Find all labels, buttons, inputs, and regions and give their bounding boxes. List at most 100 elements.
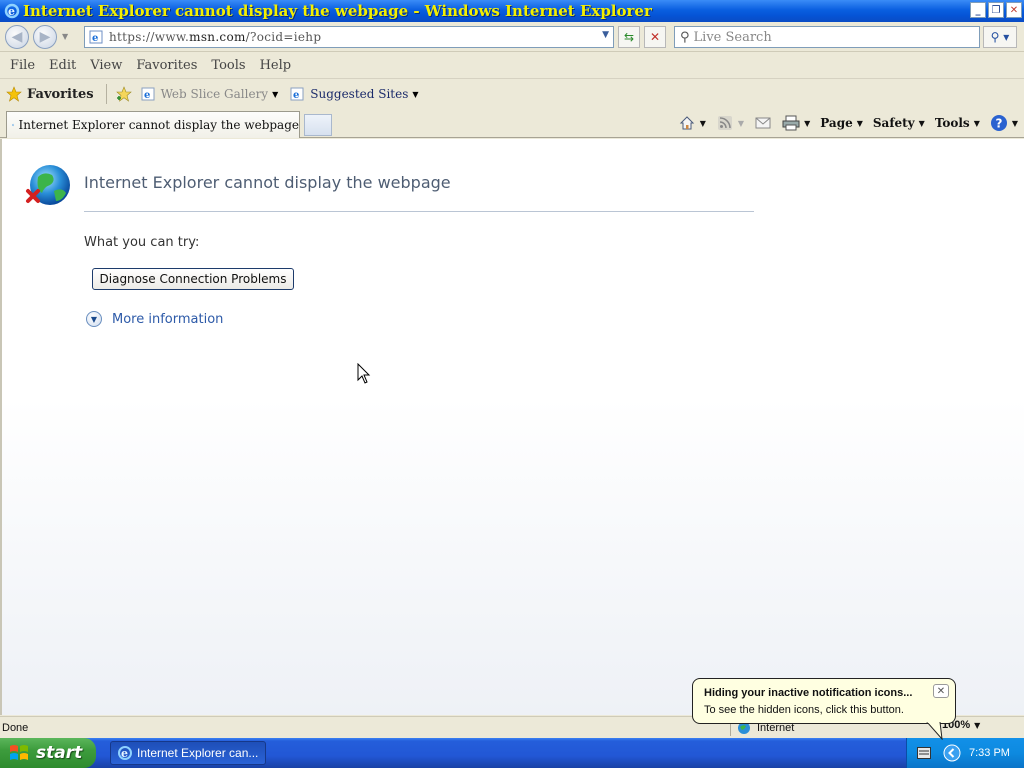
start-button[interactable]: start <box>0 738 96 768</box>
favorites-star-icon <box>6 86 22 102</box>
stop-icon: ✕ <box>649 30 661 44</box>
more-information-label: More information <box>112 311 224 327</box>
page-menu-button[interactable]: Page ▼ <box>820 116 863 130</box>
safety-menu-button[interactable]: Safety ▼ <box>873 116 925 130</box>
search-options-icon: ⚲ ▾ <box>990 30 1010 44</box>
search-go-button[interactable]: ⚲ ▾ <box>983 26 1017 48</box>
tools-menu-button[interactable]: Tools ▼ <box>935 116 980 130</box>
home-button[interactable]: ▼ <box>678 114 706 132</box>
tab-row: e Internet Explorer cannot display the w… <box>0 108 1024 138</box>
menu-view[interactable]: View <box>90 58 122 73</box>
favorites-label: Favorites <box>27 86 94 102</box>
favorites-bar: Favorites e Web Slice Gallery ▼ e Sugges… <box>0 80 1024 108</box>
address-url: https://www.msn.com/?ocid=iehp <box>109 30 322 44</box>
address-bar[interactable]: e https://www.msn.com/?ocid=iehp ▼ <box>84 26 614 48</box>
menu-bar: File Edit View Favorites Tools Help <box>0 53 1024 79</box>
close-window-button[interactable]: ✕ <box>1006 2 1022 18</box>
clock[interactable]: 7:33 PM <box>969 747 1010 759</box>
suggested-sites-icon: e <box>290 87 304 101</box>
taskbar-item-label: Internet Explorer can... <box>137 746 259 760</box>
diagnose-connection-button[interactable]: Diagnose Connection Problems <box>92 268 294 290</box>
tools-dropdown-icon: ▼ <box>973 118 980 128</box>
tools-menu-label: Tools <box>934 116 970 130</box>
what-you-can-try-label: What you can try: <box>84 235 200 250</box>
svg-text:e: e <box>92 33 98 44</box>
notification-balloon[interactable]: Hiding your inactive notification icons.… <box>692 678 956 724</box>
suggested-sites-link[interactable]: e Suggested Sites ▼ <box>290 87 419 101</box>
window-title: Internet Explorer cannot display the web… <box>23 2 652 20</box>
refresh-button[interactable]: ⇆ <box>618 26 640 48</box>
mail-icon <box>754 114 772 132</box>
tab-title: Internet Explorer cannot display the web… <box>18 118 299 132</box>
system-tray: 7:33 PM <box>906 738 1024 768</box>
help-button[interactable]: ? ▼ <box>990 114 1018 132</box>
svg-text:e: e <box>293 90 299 101</box>
menu-file[interactable]: File <box>10 58 35 73</box>
minimize-button[interactable]: _ <box>970 2 986 18</box>
taskbar-item-ie[interactable]: e Internet Explorer can... <box>110 741 266 765</box>
title-divider <box>84 211 754 212</box>
favorites-button[interactable]: Favorites <box>6 86 94 102</box>
ie-logo-icon: e <box>4 3 20 19</box>
search-placeholder: Live Search <box>693 29 772 45</box>
search-icon: ⚲ <box>680 29 690 45</box>
expand-chevron-icon: ▼ <box>86 311 102 327</box>
read-mail-button[interactable] <box>754 114 772 132</box>
back-button[interactable]: ◀ <box>5 25 29 49</box>
help-icon: ? <box>990 114 1008 132</box>
feeds-dropdown-icon: ▼ <box>737 118 745 128</box>
status-text: Done <box>2 721 29 734</box>
balloon-body: To see the hidden icons, click this butt… <box>704 704 904 716</box>
svg-text:e: e <box>144 90 150 101</box>
menu-edit[interactable]: Edit <box>49 58 76 73</box>
print-icon <box>782 114 800 132</box>
menu-help[interactable]: Help <box>260 58 292 73</box>
home-icon <box>678 114 696 132</box>
start-label: start <box>36 743 83 763</box>
web-slice-gallery-link[interactable]: e Web Slice Gallery ▼ <box>141 87 278 101</box>
tab-current[interactable]: e Internet Explorer cannot display the w… <box>6 111 300 138</box>
suggested-sites-label: Suggested Sites <box>310 87 409 101</box>
windows-logo-icon <box>10 745 28 760</box>
add-to-favorites-bar-button[interactable] <box>115 86 133 102</box>
restore-button[interactable]: ❐ <box>988 2 1004 18</box>
window-title-bar[interactable]: e Internet Explorer cannot display the w… <box>0 0 1024 22</box>
menu-favorites[interactable]: Favorites <box>136 58 197 73</box>
menu-tools[interactable]: Tools <box>211 58 245 73</box>
new-tab-button[interactable] <box>304 114 332 136</box>
back-arrow-icon: ◀ <box>11 29 23 45</box>
suggested-sites-dropdown-icon: ▼ <box>412 89 419 99</box>
refresh-icon: ⇆ <box>623 30 635 44</box>
balloon-close-button[interactable]: ✕ <box>933 684 949 698</box>
add-favorite-icon <box>115 86 132 102</box>
help-dropdown-icon: ▼ <box>1011 118 1018 128</box>
feeds-button[interactable]: ▼ <box>716 114 744 132</box>
show-hidden-icons-button[interactable] <box>943 744 961 762</box>
svg-text:e: e <box>13 125 14 127</box>
home-dropdown-icon: ▼ <box>699 118 706 128</box>
address-dropdown-icon[interactable]: ▼ <box>602 30 609 40</box>
keyboard-icon[interactable] <box>917 747 931 759</box>
stop-button[interactable]: ✕ <box>644 26 666 48</box>
taskbar: start e Internet Explorer can... 7:33 PM <box>0 738 1024 768</box>
balloon-tail <box>926 722 943 740</box>
page-content: Internet Explorer cannot display the web… <box>0 139 1024 715</box>
svg-text:e: e <box>121 747 128 760</box>
rss-feed-icon <box>716 114 734 132</box>
command-bar: ▼ ▼ ▼ Page ▼ Safety ▼ Tools ▼ ? ▼ <box>668 112 1018 134</box>
print-button[interactable]: ▼ <box>782 114 810 132</box>
page-ie-icon: e <box>89 30 103 44</box>
web-slice-icon: e <box>141 87 155 101</box>
balloon-title: Hiding your inactive notification icons.… <box>704 687 913 699</box>
print-dropdown-icon: ▼ <box>804 118 811 128</box>
zoom-dropdown-icon: ▼ <box>974 720 981 730</box>
recent-pages-chevron-icon[interactable]: ▼ <box>62 32 68 41</box>
forward-button[interactable]: ▶ <box>33 25 57 49</box>
page-dropdown-icon: ▼ <box>856 118 863 128</box>
more-information-link[interactable]: ▼ More information <box>86 311 223 327</box>
search-input[interactable]: ⚲ Live Search <box>674 26 980 48</box>
svg-text:e: e <box>8 5 15 18</box>
forward-arrow-icon: ▶ <box>39 29 51 45</box>
svg-text:?: ? <box>995 117 1002 131</box>
address-toolbar: ◀ ▶ ▼ e https://www.msn.com/?ocid=iehp ▼… <box>0 22 1024 52</box>
